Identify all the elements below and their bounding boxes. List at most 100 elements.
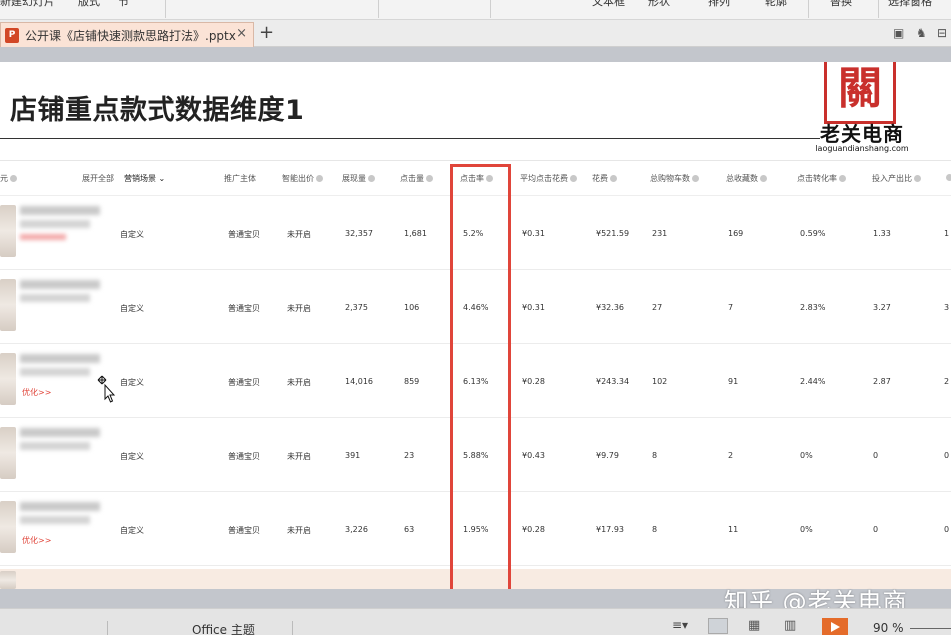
cell-cart: 27: [652, 303, 663, 312]
cell-impressions: 391: [345, 451, 361, 460]
cell-avg-cpc: ¥0.31: [522, 303, 545, 312]
cell-scene: 自定义: [120, 304, 144, 313]
product-thumbnail[interactable]: [0, 205, 16, 257]
document-tab-title: 公开课《店铺快速测款思路打法》.pptx: [25, 28, 236, 43]
header-col: 总购物车数: [650, 173, 699, 184]
cell-extra: 3: [944, 303, 950, 312]
cell-extra: 2: [944, 377, 950, 386]
cell-impressions: 32,357: [345, 229, 373, 238]
cell-cvr: 2.44%: [800, 377, 826, 386]
zoom-level[interactable]: 90 %: [873, 621, 904, 635]
cell-fav: 169: [728, 229, 744, 238]
slideshow-play-button[interactable]: [822, 618, 848, 635]
cell-impressions: 14,016: [345, 377, 373, 386]
expand-all-link[interactable]: 展开全部: [82, 173, 114, 184]
cell-cost: ¥32.36: [596, 303, 624, 312]
notes-toggle-icon[interactable]: ≡▾: [672, 618, 692, 634]
cell-cost: ¥521.59: [596, 229, 630, 238]
header-col: 展现量: [342, 173, 375, 184]
cell-cart: 231: [652, 229, 668, 238]
ribbon-item-outline[interactable]: 轮廓: [765, 0, 787, 9]
cell-fav: 7: [728, 303, 734, 312]
ribbon-item-replace[interactable]: 替换: [830, 0, 852, 9]
window-icon[interactable]: ▣: [893, 26, 904, 40]
wps-presentation-window: { "ribbon": { "items": ["新建幻灯片", "版式", "…: [0, 0, 951, 635]
ribbon-item-layout[interactable]: 版式: [78, 0, 100, 9]
close-tab-icon[interactable]: ×: [236, 26, 247, 41]
seal-icon: 關: [824, 62, 896, 124]
cell-avg-cpc: ¥0.31: [522, 229, 545, 238]
ribbon-item-shape[interactable]: 形状: [648, 0, 670, 9]
zoom-slider[interactable]: [910, 628, 951, 629]
header-col: 平均点击花费: [520, 173, 577, 184]
cell-fav: 11: [728, 525, 739, 534]
cell-clicks: 63: [404, 525, 415, 534]
ctr-column-highlight: [450, 164, 511, 589]
cell-subject: 普通宝贝: [228, 526, 260, 535]
cell-roi: 1.33: [873, 229, 891, 238]
cell-avg-cpc: ¥0.28: [522, 525, 545, 534]
ribbon-item-selection-pane[interactable]: 选择窗格: [888, 0, 932, 9]
normal-view-icon[interactable]: [708, 618, 728, 634]
cell-extra: 0: [944, 525, 950, 534]
header-col: 推广主体: [224, 174, 256, 183]
slide-canvas[interactable]: 店铺重点款式数据维度1 關 老关电商 laoguandianshang.com …: [0, 62, 951, 589]
cell-subject: 普通宝贝: [228, 230, 260, 239]
ribbon-toolbar: 新建幻灯片 版式 节 文本框 形状 排列 轮廓 替换 选择窗格: [0, 0, 951, 20]
optimize-link[interactable]: 优化>>: [22, 535, 51, 546]
cell-roi: 2.87: [873, 377, 891, 386]
cell-cart: 8: [652, 451, 658, 460]
theme-name: Office 主题: [192, 623, 255, 635]
product-thumbnail[interactable]: [0, 353, 16, 405]
cell-subject: 普通宝贝: [228, 378, 260, 387]
cell-scene: 自定义: [120, 378, 144, 387]
cell-fav: 91: [728, 377, 739, 386]
scene-dropdown[interactable]: 营销场景 ⌄: [124, 173, 165, 184]
logo-brand-name: 老关电商: [820, 122, 904, 146]
skin-icon[interactable]: ♞: [916, 26, 927, 40]
cell-smart-bid: 未开启: [287, 526, 311, 535]
header-col: 总收藏数: [726, 173, 767, 184]
cell-scene: 自定义: [120, 526, 144, 535]
cell-extra: 0: [944, 451, 950, 460]
ppt-file-icon: P: [5, 27, 19, 43]
product-thumbnail[interactable]: [0, 279, 16, 331]
cell-extra: 1: [944, 229, 950, 238]
document-tab-bar: P 公开课《店铺快速测款思路打法》.pptx ×: [0, 20, 951, 47]
ribbon-item-textbox[interactable]: 文本框: [592, 0, 625, 9]
ribbon-item-arrange[interactable]: 排列: [708, 0, 730, 9]
reading-view-icon[interactable]: ▥: [784, 618, 804, 634]
ribbon-item-new-slide[interactable]: 新建幻灯片: [0, 0, 55, 9]
header-col: 元: [0, 173, 17, 184]
logo-url: laoguandianshang.com: [815, 144, 909, 153]
cell-clicks: 106: [404, 303, 420, 312]
cell-smart-bid: 未开启: [287, 378, 311, 387]
cell-avg-cpc: ¥0.43: [522, 451, 545, 460]
header-col: 智能出价: [282, 173, 323, 184]
status-bar: Office 主题 ≡▾ ▦ ▥ 90 %: [0, 608, 951, 635]
cell-avg-cpc: ¥0.28: [522, 377, 545, 386]
cell-roi: 3.27: [873, 303, 891, 312]
cell-scene: 自定义: [120, 230, 144, 239]
document-tab[interactable]: P 公开课《店铺快速测款思路打法》.pptx ×: [0, 22, 254, 47]
slide-sorter-icon[interactable]: ▦: [748, 618, 768, 634]
ribbon-item-section[interactable]: 节: [118, 0, 129, 9]
cell-subject: 普通宝贝: [228, 452, 260, 461]
cell-fav: 2: [728, 451, 734, 460]
title-divider: [0, 138, 820, 139]
cell-smart-bid: 未开启: [287, 452, 311, 461]
header-col: 投入产出比: [872, 173, 921, 184]
cell-cost: ¥243.34: [596, 377, 630, 386]
cell-cost: ¥17.93: [596, 525, 624, 534]
product-thumbnail[interactable]: [0, 427, 16, 479]
optimize-link[interactable]: 优化>>: [22, 387, 51, 398]
header-col: 点击转化率: [797, 173, 846, 184]
product-thumbnail[interactable]: [0, 501, 16, 553]
cell-roi: 0: [873, 451, 879, 460]
restore-icon[interactable]: ⊟: [937, 26, 947, 40]
new-tab-button[interactable]: +: [259, 22, 274, 44]
cell-clicks: 1,681: [404, 229, 427, 238]
cell-cvr: 0%: [800, 525, 813, 534]
cell-cart: 102: [652, 377, 668, 386]
cell-impressions: 2,375: [345, 303, 368, 312]
